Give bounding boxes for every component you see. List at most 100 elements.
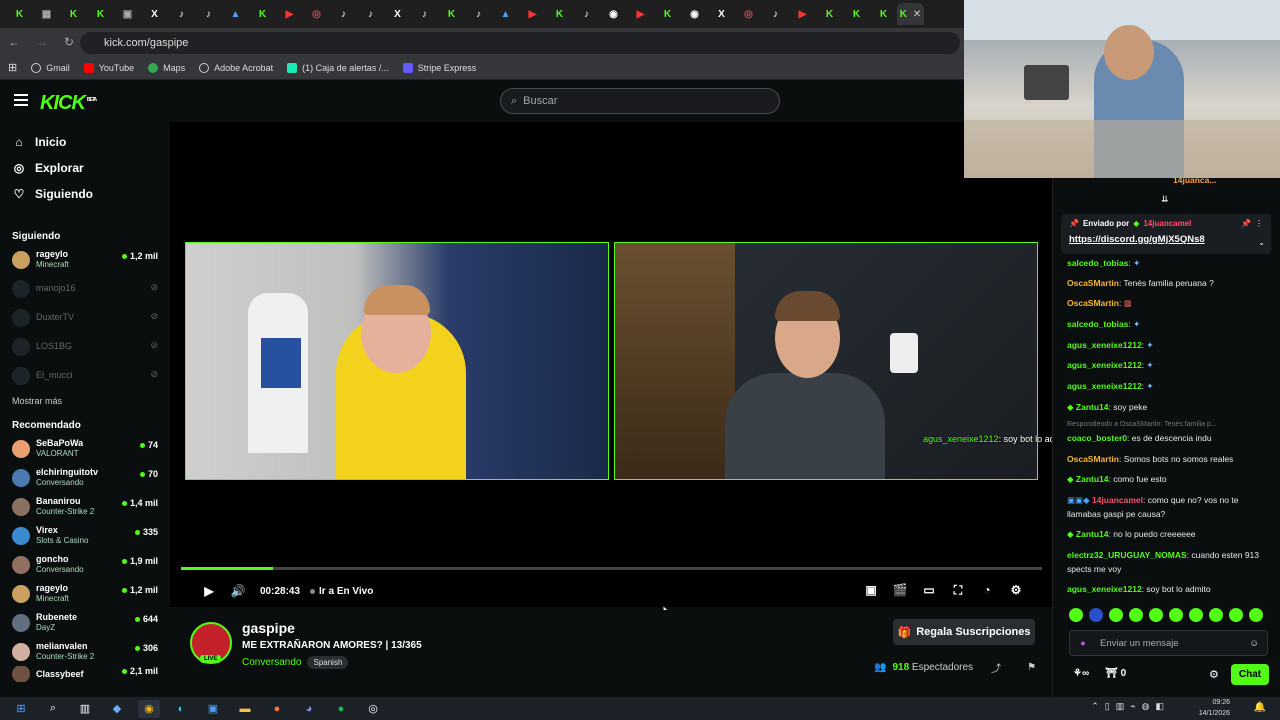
settings-icon[interactable]: ⚙ — [1006, 580, 1026, 600]
show-more-link[interactable]: Mostrar más — [0, 390, 170, 412]
fullscreen-icon[interactable]: ⛶ — [948, 580, 968, 600]
browser-tab[interactable]: X — [141, 3, 168, 25]
browser-tab[interactable]: K — [870, 3, 897, 25]
pinned-link[interactable]: https://discord.gg/gMjX5QNs8 — [1069, 234, 1263, 245]
browser-tab[interactable]: K — [546, 3, 573, 25]
expand-pinned-icon[interactable]: ⌄ — [1258, 238, 1265, 247]
browser-tab[interactable]: ▶ — [276, 3, 303, 25]
sidebar-channel-virex[interactable]: Virex Slots & Casino 335 — [0, 521, 170, 550]
notification-icon[interactable]: 🔔 — [1254, 702, 1266, 713]
sidebar-channel-duxtertv[interactable]: DuxterTV ⊘ — [0, 303, 170, 332]
sidebar-channel-elchiringuitotv[interactable]: elchiringuitotv Conversando 70 — [0, 463, 170, 492]
sidebar-channel-rageylo[interactable]: rageylo Minecraft 1,2 mil — [0, 245, 170, 274]
emote-icon[interactable] — [1209, 608, 1223, 622]
infinity-icon[interactable]: ⚘∞ — [1073, 668, 1089, 679]
send-chat-button[interactable]: Chat — [1231, 664, 1269, 685]
edge-icon[interactable]: ◐ — [170, 700, 192, 718]
bookmark-maps[interactable]: Maps — [148, 62, 185, 73]
browser-tab[interactable]: K — [843, 3, 870, 25]
bookmark-youtube[interactable]: YouTube — [83, 62, 134, 73]
bookmark-gmail[interactable]: Gmail — [31, 62, 70, 73]
miniplayer-icon[interactable]: ▣ — [861, 580, 881, 600]
browser-tab[interactable]: ▣ — [114, 3, 141, 25]
scroll-chat-icon[interactable]: ⇊ — [1161, 194, 1169, 205]
play-icon[interactable]: ▶ — [199, 581, 219, 601]
forward-icon[interactable]: → — [36, 35, 48, 49]
browser-tab[interactable]: K — [87, 3, 114, 25]
emote-icon[interactable] — [1229, 608, 1243, 622]
browser-tab[interactable]: K — [60, 3, 87, 25]
windows-start-icon[interactable]: ⊞ — [10, 700, 32, 718]
browser-tab[interactable]: ▶ — [627, 3, 654, 25]
clip-icon[interactable]: 🎬 — [890, 580, 910, 600]
sidebar-channel-sebapowa[interactable]: SeBaPoWa VALORANT 74 — [0, 434, 170, 463]
more-options-icon[interactable]: ⋮ — [1255, 219, 1263, 228]
store-icon[interactable]: ▣ — [202, 700, 224, 718]
sidebar-channel-el-mucci[interactable]: El_mucci ⊘ — [0, 361, 170, 390]
gift-subscriptions-button[interactable]: 🎁 Regala Suscripciones — [893, 619, 1035, 645]
nav-explorar[interactable]: ◎ Explorar — [0, 155, 170, 181]
stream-category[interactable]: Conversando — [242, 657, 301, 668]
points-display[interactable]: ⛩ 0 — [1105, 668, 1126, 679]
mic-icon[interactable]: ● — [1080, 638, 1086, 649]
emote-icon[interactable] — [1129, 608, 1143, 622]
emote-icon[interactable] — [1249, 608, 1263, 622]
nav-siguiendo[interactable]: ♡ Siguiendo — [0, 181, 170, 207]
share-icon[interactable]: ⤴ — [991, 660, 1001, 675]
kick-logo[interactable]: KICK BETA — [40, 92, 97, 115]
bookmark-alerts[interactable]: (1) Caja de alertas /... — [287, 62, 389, 73]
file-explorer-icon[interactable]: ▬ — [234, 700, 256, 718]
browser-tab[interactable]: ♪ — [168, 3, 195, 25]
browser-tab[interactable]: ▶ — [519, 3, 546, 25]
browser-tab[interactable]: K — [816, 3, 843, 25]
browser-tab[interactable]: K — [654, 3, 681, 25]
bookmark-stripe[interactable]: Stripe Express — [402, 62, 476, 73]
browser-tab[interactable]: X — [708, 3, 735, 25]
browser-tab[interactable]: ▲ — [492, 3, 519, 25]
browser-tab[interactable]: ▲ — [222, 3, 249, 25]
sidebar-channel-melianvalen[interactable]: melianvalen Counter-Strike 2 306 — [0, 637, 170, 666]
report-icon[interactable]: ⚑ — [1027, 662, 1036, 673]
emote-icon[interactable] — [1149, 608, 1163, 622]
speed-icon[interactable]: ◔ — [977, 580, 997, 600]
browser-tab[interactable]: ♪ — [411, 3, 438, 25]
chat-input[interactable]: ● Enviar un mensaje ☺ — [1069, 630, 1268, 656]
sidebar-channel-goncho[interactable]: goncho Conversando 1,9 mil — [0, 550, 170, 579]
apps-icon[interactable]: ⊞ — [8, 61, 17, 74]
browser-tab[interactable]: ◎ — [735, 3, 762, 25]
obs-icon[interactable]: ◎ — [362, 700, 384, 718]
go-live-button[interactable]: Ir a En Vivo — [310, 586, 373, 597]
browser-tab[interactable]: X — [384, 3, 411, 25]
menu-icon[interactable] — [14, 94, 28, 106]
browser-tab[interactable]: ♪ — [195, 3, 222, 25]
sidebar-channel-rubenete[interactable]: Rubenete DayZ 644 — [0, 608, 170, 637]
copilot-icon[interactable]: ◆ — [106, 700, 128, 718]
browser-tab[interactable]: ♪ — [357, 3, 384, 25]
spotify-icon[interactable]: ● — [330, 700, 352, 718]
chrome-icon[interactable]: ◉ — [138, 699, 160, 718]
browser-tab[interactable]: ♪ — [762, 3, 789, 25]
discord-icon[interactable]: ◕ — [298, 700, 320, 718]
browser-tab[interactable]: ◎ — [303, 3, 330, 25]
emote-icon[interactable] — [1069, 608, 1083, 622]
emote-icon[interactable] — [1109, 608, 1123, 622]
browser-tab[interactable]: ◉ — [600, 3, 627, 25]
active-browser-tab[interactable]: K ✕ — [897, 3, 924, 25]
search-input[interactable]: ⌕ Buscar — [500, 88, 780, 114]
bookmark-adobe-acrobat[interactable]: Adobe Acrobat — [199, 62, 273, 73]
browser-tab[interactable]: ◉ — [681, 3, 708, 25]
taskbar-clock[interactable]: 09:26 14/1/2026 — [1199, 697, 1230, 719]
browser-tab[interactable]: ♪ — [573, 3, 600, 25]
emote-icon[interactable] — [1089, 608, 1103, 622]
streamer-name[interactable]: gaspipe — [242, 620, 295, 636]
unpin-icon[interactable]: 📌 — [1241, 219, 1251, 228]
browser-tab[interactable]: ▶ — [789, 3, 816, 25]
emoji-picker-icon[interactable]: ☺ — [1249, 638, 1259, 649]
volume-icon[interactable]: 🔊 — [228, 581, 248, 601]
browser-tab[interactable]: K — [438, 3, 465, 25]
sidebar-channel-bananirou[interactable]: Bananirou Counter-Strike 2 1,4 mil — [0, 492, 170, 521]
nav-inicio[interactable]: ⌂ Inicio — [0, 129, 170, 155]
chat-settings-icon[interactable]: ⚙ — [1209, 668, 1219, 681]
firefox-icon[interactable]: ● — [266, 700, 288, 718]
back-icon[interactable]: ← — [8, 35, 20, 49]
